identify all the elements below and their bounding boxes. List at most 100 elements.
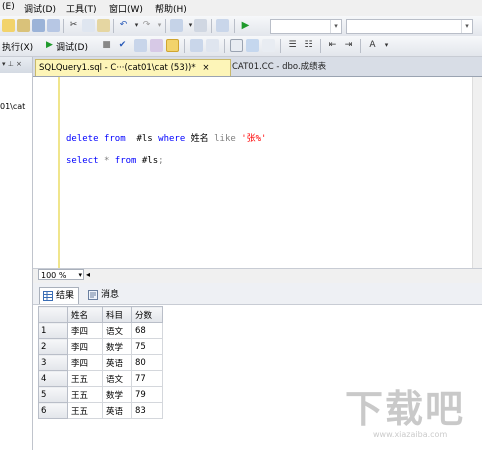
editor-scrollbar[interactable] bbox=[472, 77, 482, 268]
menu-help[interactable]: 帮助(H) bbox=[155, 2, 187, 15]
watermark-logo-text: 下载吧 bbox=[345, 387, 466, 431]
chevron-down-icon: ▾ bbox=[330, 20, 341, 33]
platform-combo[interactable]: ▾ bbox=[346, 19, 473, 34]
zoom-bar bbox=[33, 268, 482, 284]
sql-editor-toolbar: 执行(X) ▶ 调试(D) ■ ✔ ☰ ☷ ⇤ ⇥ A ▾ bbox=[0, 36, 482, 57]
row-number[interactable]: 5 bbox=[38, 386, 68, 403]
close-icon[interactable]: × bbox=[202, 63, 209, 73]
cell-subject[interactable]: 英语 bbox=[102, 402, 132, 419]
cell-subject[interactable]: 语文 bbox=[102, 370, 132, 387]
paste-icon[interactable] bbox=[97, 19, 110, 32]
scroll-left-icon[interactable]: ◂ bbox=[86, 270, 90, 279]
decrease-indent-icon[interactable]: ⇤ bbox=[326, 39, 339, 52]
stop-icon[interactable]: ■ bbox=[100, 39, 113, 52]
tab-sqlquery1[interactable]: SQLQuery1.sql - C···(cat01\cat (53))* × bbox=[35, 59, 231, 76]
menu-bar: (E) 调试(D) 工具(T) 窗口(W) 帮助(H) bbox=[0, 0, 482, 16]
cell-subject[interactable]: 语文 bbox=[102, 322, 132, 339]
cell-score[interactable]: 80 bbox=[131, 354, 163, 371]
execute-button[interactable]: 执行(X) bbox=[2, 40, 33, 53]
table-row[interactable]: 6 王五 英语 83 bbox=[38, 402, 163, 419]
tab-label: CAT01.CC - dbo.成绩表 bbox=[232, 62, 327, 72]
cell-score[interactable]: 79 bbox=[131, 386, 163, 403]
row-number[interactable]: 6 bbox=[38, 402, 68, 419]
include-plan-icon[interactable] bbox=[190, 39, 203, 52]
standard-toolbar: ✂ ↶ ▾ ↷ ▾ ▾ ▶ ▾ ▾ bbox=[0, 16, 482, 37]
table-row[interactable]: 5 王五 数学 79 bbox=[38, 386, 163, 403]
save-all-icon[interactable] bbox=[47, 19, 60, 32]
results-tabs: 结果 消息 bbox=[33, 283, 482, 305]
cell-score[interactable]: 68 bbox=[131, 322, 163, 339]
server-node[interactable]: 01\cat bbox=[0, 102, 25, 111]
toolbar-options-icon[interactable]: ▾ bbox=[380, 39, 393, 52]
cell-score[interactable]: 77 bbox=[131, 370, 163, 387]
specify-values-icon[interactable]: A bbox=[366, 39, 379, 52]
cut-icon[interactable]: ✂ bbox=[67, 19, 80, 32]
tab-messages[interactable]: 消息 bbox=[85, 287, 123, 303]
solution-icon[interactable] bbox=[194, 19, 207, 32]
column-header[interactable]: 姓名 bbox=[67, 306, 103, 323]
cell-score[interactable]: 75 bbox=[131, 338, 163, 355]
display-plan-icon[interactable] bbox=[134, 39, 147, 52]
comment-icon[interactable]: ☰ bbox=[286, 39, 299, 52]
code-line-delete[interactable]: delete from #ls where 姓名 like '张%' bbox=[66, 131, 266, 144]
row-header-corner[interactable] bbox=[38, 306, 68, 323]
table-row[interactable]: 4 王五 语文 77 bbox=[38, 370, 163, 387]
window-icon[interactable] bbox=[216, 19, 229, 32]
increase-indent-icon[interactable]: ⇥ bbox=[342, 39, 355, 52]
query-designer-icon[interactable] bbox=[150, 39, 163, 52]
tab-results[interactable]: 结果 bbox=[39, 287, 80, 304]
undo-icon[interactable]: ↶ bbox=[117, 19, 130, 32]
results-to-file-icon[interactable] bbox=[262, 39, 275, 52]
table-row[interactable]: 1 李四 语文 68 bbox=[38, 322, 163, 339]
cell-name[interactable]: 李四 bbox=[67, 322, 103, 339]
table-row[interactable]: 3 李四 英语 80 bbox=[38, 354, 163, 371]
column-header[interactable]: 分数 bbox=[131, 306, 163, 323]
grid-header-row: 姓名 科目 分数 bbox=[38, 306, 163, 323]
zoom-select[interactable]: 100 % ▾ bbox=[38, 269, 84, 280]
cell-subject[interactable]: 数学 bbox=[102, 386, 132, 403]
cell-name[interactable]: 王五 bbox=[67, 402, 103, 419]
table-row[interactable]: 2 李四 数学 75 bbox=[38, 338, 163, 355]
results-grid[interactable]: 姓名 科目 分数 1 李四 语文 68 2 李四 数学 75 3 李四 英语 8… bbox=[38, 306, 163, 419]
pin-icon[interactable]: ▾ ⊥ × bbox=[2, 60, 22, 68]
row-number[interactable]: 4 bbox=[38, 370, 68, 387]
uncomment-icon[interactable]: ☷ bbox=[302, 39, 315, 52]
intellisense-icon[interactable] bbox=[166, 39, 179, 52]
cell-score[interactable]: 83 bbox=[131, 402, 163, 419]
code-line-select[interactable]: select * from #ls; bbox=[66, 156, 164, 166]
cell-subject[interactable]: 数学 bbox=[102, 338, 132, 355]
menu-debug[interactable]: 调试(D) bbox=[24, 2, 56, 15]
watermark-logo: 下载吧 www.xiazaiba.com bbox=[345, 388, 480, 448]
row-number[interactable]: 2 bbox=[38, 338, 68, 355]
row-number[interactable]: 3 bbox=[38, 354, 68, 371]
cell-name[interactable]: 王五 bbox=[67, 370, 103, 387]
parse-check-icon[interactable]: ✔ bbox=[116, 39, 129, 52]
menu-window[interactable]: 窗口(W) bbox=[109, 2, 143, 15]
cell-name[interactable]: 李四 bbox=[67, 338, 103, 355]
debug-button[interactable]: 调试(D) bbox=[56, 40, 88, 53]
object-explorer bbox=[0, 57, 33, 450]
copy-icon[interactable] bbox=[82, 19, 95, 32]
cell-name[interactable]: 李四 bbox=[67, 354, 103, 371]
new-query-icon[interactable] bbox=[2, 19, 15, 32]
menu-tools[interactable]: 工具(T) bbox=[66, 2, 97, 15]
watermark-url: www.xiazaiba.com bbox=[373, 430, 448, 439]
open-file-icon[interactable] bbox=[17, 19, 30, 32]
results-to-text-icon[interactable] bbox=[230, 39, 243, 52]
cell-subject[interactable]: 英语 bbox=[102, 354, 132, 371]
object-explorer-header: ▾ ⊥ × bbox=[0, 57, 32, 73]
cell-name[interactable]: 王五 bbox=[67, 386, 103, 403]
save-icon[interactable] bbox=[32, 19, 45, 32]
tab-score-table[interactable]: CAT01.CC - dbo.成绩表 bbox=[229, 59, 345, 75]
results-to-grid-icon[interactable] bbox=[246, 39, 259, 52]
menu-edit[interactable]: (E) bbox=[2, 2, 15, 12]
column-header[interactable]: 科目 bbox=[102, 306, 132, 323]
query-editor[interactable] bbox=[33, 77, 482, 268]
redo-icon[interactable]: ↷ bbox=[140, 19, 153, 32]
editor-gutter bbox=[46, 77, 60, 268]
start-icon[interactable]: ▶ bbox=[239, 19, 252, 32]
configuration-combo[interactable]: ▾ bbox=[270, 19, 342, 34]
row-number[interactable]: 1 bbox=[38, 322, 68, 339]
client-stats-icon[interactable] bbox=[206, 39, 219, 52]
navigate-icon[interactable] bbox=[170, 19, 183, 32]
